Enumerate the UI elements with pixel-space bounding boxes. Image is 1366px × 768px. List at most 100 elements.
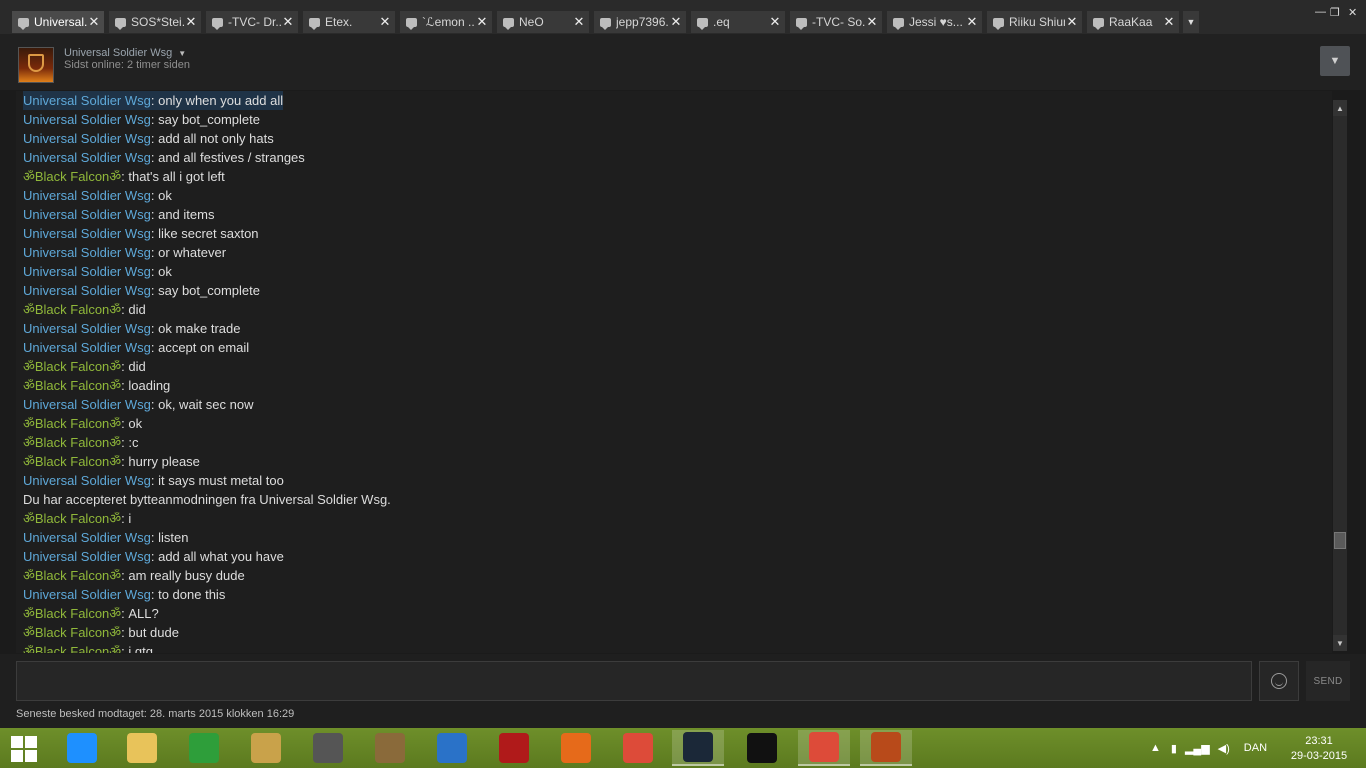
start-button[interactable]	[10, 735, 38, 763]
close-icon[interactable]: ✕	[572, 14, 586, 30]
message-sender[interactable]: Universal Soldier Wsg	[23, 264, 151, 279]
tab-overflow-button[interactable]: ▼	[1183, 11, 1199, 33]
language-indicator[interactable]: DAN	[1244, 742, 1267, 754]
message-sender[interactable]: ॐBlack Falconॐ	[23, 568, 121, 583]
close-window-button[interactable]: ✕	[1348, 6, 1357, 19]
message-text: : it says must metal too	[150, 473, 284, 488]
taskbar-app[interactable]	[426, 730, 478, 766]
taskbar-app[interactable]	[116, 730, 168, 766]
close-icon[interactable]: ✕	[475, 14, 489, 30]
taskbar-app[interactable]	[178, 730, 230, 766]
message-sender[interactable]: Universal Soldier Wsg	[23, 131, 151, 146]
tab-label: -TVC- So...	[812, 15, 865, 29]
emoticon-button[interactable]	[1259, 661, 1299, 701]
tab-chat[interactable]: Universal...✕	[12, 11, 104, 33]
message-sender[interactable]: ॐBlack Falconॐ	[23, 359, 121, 374]
app-icon	[251, 733, 281, 763]
close-icon[interactable]: ✕	[669, 14, 683, 30]
chat-message: ॐBlack Falconॐ: but dude	[23, 623, 179, 642]
taskbar-app[interactable]	[736, 730, 788, 766]
message-text: : and all festives / stranges	[150, 150, 305, 165]
chat-scrollbar[interactable]: ▲ ▼	[1333, 100, 1347, 651]
message-sender[interactable]: Universal Soldier Wsg	[23, 245, 151, 260]
close-icon[interactable]: ✕	[768, 14, 782, 30]
message-sender[interactable]: ॐBlack Falconॐ	[23, 169, 121, 184]
message-sender[interactable]: Universal Soldier Wsg	[23, 530, 151, 545]
taskbar-app[interactable]	[56, 730, 108, 766]
tab-chat[interactable]: Etex. ✕	[303, 11, 395, 33]
close-icon[interactable]: ✕	[281, 14, 295, 30]
message-sender[interactable]: Universal Soldier Wsg	[23, 397, 151, 412]
smiley-icon	[1271, 673, 1287, 689]
message-input[interactable]	[16, 661, 1252, 701]
tray-icons: ▲ ▮ ▂▄▆ ◀) DAN	[1150, 728, 1267, 768]
taskbar-app[interactable]	[364, 730, 416, 766]
close-icon[interactable]: ✕	[87, 14, 101, 30]
clock[interactable]: 23:31 29-03-2015	[1282, 734, 1356, 764]
message-sender[interactable]: ॐBlack Falconॐ	[23, 511, 121, 526]
message-sender[interactable]: Universal Soldier Wsg	[23, 321, 151, 336]
message-sender[interactable]: ॐBlack Falconॐ	[23, 625, 121, 640]
close-icon[interactable]: ✕	[1065, 14, 1079, 30]
message-sender[interactable]: Universal Soldier Wsg	[23, 188, 151, 203]
message-sender[interactable]: ॐBlack Falconॐ	[23, 378, 121, 393]
tab-chat[interactable]: NeO ✕	[497, 11, 589, 33]
scroll-thumb[interactable]	[1334, 532, 1346, 549]
message-sender[interactable]: Universal Soldier Wsg	[23, 207, 151, 222]
message-sender[interactable]: Universal Soldier Wsg	[23, 340, 151, 355]
message-sender[interactable]: Universal Soldier Wsg	[23, 473, 151, 488]
close-icon[interactable]: ✕	[378, 14, 392, 30]
tab-chat[interactable]: RaaKaa ✕	[1087, 11, 1179, 33]
message-sender[interactable]: ॐBlack Falconॐ	[23, 644, 121, 653]
message-sender[interactable]: ॐBlack Falconॐ	[23, 435, 121, 450]
taskbar-app[interactable]	[612, 730, 664, 766]
volume-icon[interactable]: ◀)	[1218, 742, 1230, 755]
message-sender[interactable]: ॐBlack Falconॐ	[23, 606, 121, 621]
message-sender[interactable]: Universal Soldier Wsg	[23, 283, 151, 298]
message-sender[interactable]: ॐBlack Falconॐ	[23, 416, 121, 431]
tab-chat[interactable]: -TVC- Dr... ✕	[206, 11, 298, 33]
message-sender[interactable]: Universal Soldier Wsg	[23, 112, 151, 127]
taskbar-app[interactable]	[860, 730, 912, 766]
message-sender[interactable]: Universal Soldier Wsg	[23, 587, 151, 602]
message-sender[interactable]: Universal Soldier Wsg	[23, 549, 151, 564]
tab-chat[interactable]: Jessi ♥s... ✕	[887, 11, 982, 33]
tab-chat[interactable]: Riiku Shiun ✕	[987, 11, 1082, 33]
message-sender[interactable]: ॐBlack Falconॐ	[23, 302, 121, 317]
tab-chat[interactable]: .eq ✕	[691, 11, 785, 33]
friend-name[interactable]: Universal Soldier Wsg ▼	[64, 47, 186, 59]
tab-label: Etex.	[325, 15, 353, 29]
chat-message: ॐBlack Falconॐ: ALL?	[23, 604, 159, 623]
chrome-icon	[809, 732, 839, 762]
taskbar-app[interactable]	[672, 730, 724, 766]
chat-menu-button[interactable]: ▼	[1320, 46, 1350, 76]
scroll-down-icon[interactable]: ▼	[1333, 635, 1347, 651]
minimize-button[interactable]: —	[1315, 6, 1326, 18]
message-sender[interactable]: Universal Soldier Wsg	[23, 226, 151, 241]
network-icon[interactable]: ▂▄▆	[1185, 742, 1210, 755]
tab-label: NeO	[519, 15, 544, 29]
tab-chat[interactable]: SOS*Stei...✕	[109, 11, 201, 33]
avatar[interactable]	[18, 47, 54, 83]
chevron-up-icon[interactable]: ▲	[1150, 742, 1161, 754]
taskbar-app[interactable]	[798, 730, 850, 766]
send-button[interactable]: SEND	[1306, 661, 1350, 701]
taskbar-app[interactable]	[488, 730, 540, 766]
taskbar-app[interactable]	[550, 730, 602, 766]
taskbar-app[interactable]	[240, 730, 292, 766]
tab-chat[interactable]: jepp7396...✕	[594, 11, 686, 33]
message-text: : say bot_complete	[150, 283, 260, 298]
close-icon[interactable]: ✕	[965, 14, 979, 30]
tab-chat[interactable]: -TVC- So...✕	[790, 11, 882, 33]
close-icon[interactable]: ✕	[1162, 14, 1176, 30]
taskbar-app[interactable]	[302, 730, 354, 766]
close-icon[interactable]: ✕	[184, 14, 198, 30]
message-sender[interactable]: Universal Soldier Wsg	[23, 93, 151, 108]
message-sender[interactable]: ॐBlack Falconॐ	[23, 454, 121, 469]
message-sender[interactable]: Universal Soldier Wsg	[23, 150, 151, 165]
device-icon[interactable]: ▮	[1171, 742, 1177, 755]
maximize-button[interactable]: ❐	[1330, 6, 1340, 19]
close-icon[interactable]: ✕	[865, 14, 879, 30]
tab-chat[interactable]: `ℒemon ... ✕	[400, 11, 492, 33]
scroll-up-icon[interactable]: ▲	[1333, 100, 1347, 116]
